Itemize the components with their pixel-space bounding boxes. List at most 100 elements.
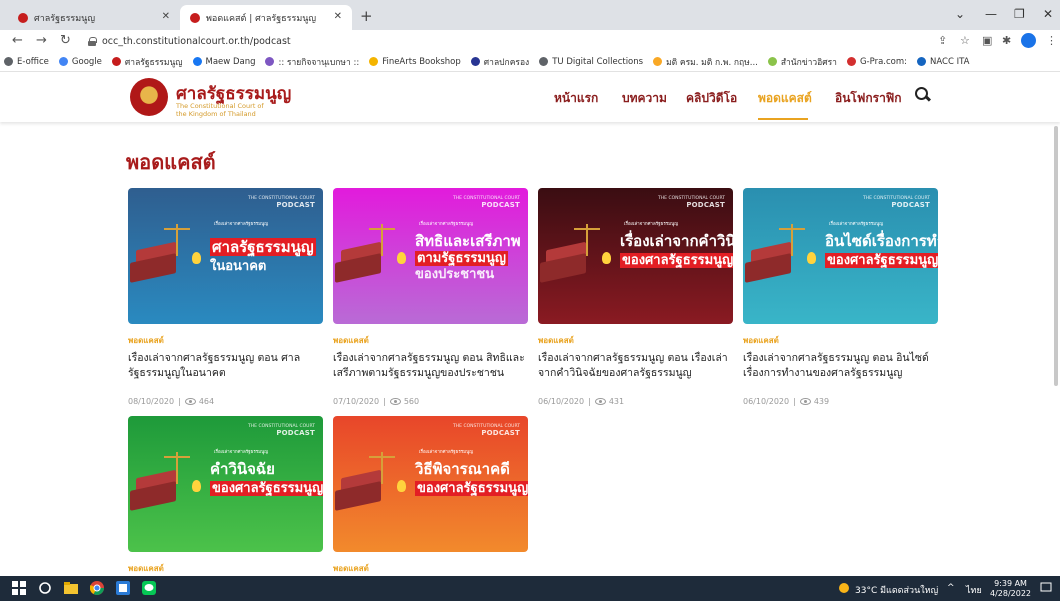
podcast-thumbnail[interactable]: THE CONSTITUTIONAL COURT PODCAST เรื่องเล่… xyxy=(333,188,528,324)
bookmark-favicon-icon xyxy=(846,57,856,66)
card-title[interactable]: เรื่องเล่าจากศาลรัฐธรรมนูญ ตอน สิทธิและเ… xyxy=(333,351,528,383)
card-meta: 06/10/2020 | 439 xyxy=(743,397,830,406)
podcast-card[interactable]: THE CONSTITUTIONAL COURT PODCAST เรื่องเล่… xyxy=(128,188,323,406)
tab-title: ศาลรัฐธรรมนูญ xyxy=(34,13,95,24)
nav-home[interactable]: หน้าแรก xyxy=(554,89,598,108)
card-views: 464 xyxy=(198,397,215,406)
site-logo-subtitle: The Constitutional Court of the Kingdom … xyxy=(176,102,264,118)
app-icon[interactable] xyxy=(116,581,130,595)
window-close-icon[interactable]: ✕ xyxy=(1043,7,1053,21)
line-app-icon[interactable] xyxy=(142,581,156,595)
chrome-icon[interactable] xyxy=(89,581,104,595)
card-category[interactable]: พอดแคสต์ xyxy=(743,334,938,347)
card-title[interactable]: เรื่องเล่าจากศาลรัฐธรรมนูญ ตอน อินไซด์เร… xyxy=(743,351,938,383)
podcast-thumbnail[interactable]: THE CONSTITUTIONAL COURT PODCAST เรื่องเล่… xyxy=(333,416,528,552)
bookmark-item[interactable]: ศาลรัฐธรรมนูญ xyxy=(111,55,183,69)
share-icon[interactable]: ⇪ xyxy=(938,34,947,47)
podcast-card[interactable]: THE CONSTITUTIONAL COURT PODCAST เรื่องเล่… xyxy=(128,416,323,575)
books-illustration-icon xyxy=(335,224,406,283)
bookmark-label: Maew Dang xyxy=(205,56,256,67)
bookmark-item[interactable]: สำนักข่าวอิศรา xyxy=(767,55,837,69)
menu-icon[interactable]: ⋮ xyxy=(1046,34,1057,47)
bookmark-item[interactable]: TU Digital Collections xyxy=(539,57,643,67)
notification-icon[interactable] xyxy=(1040,582,1052,594)
bookmark-item[interactable]: มติ ครม. มติ ก.พ. กฤษ... xyxy=(653,55,758,69)
card-title[interactable]: เรื่องเล่าจากศาลรัฐธรรมนูญ ตอน เรื่องเล่… xyxy=(538,351,733,383)
thumbnail-series: เรื่องเล่าจากศาลรัฐธรรมนูญ xyxy=(214,450,269,455)
browser-tab-0[interactable]: ศาลรัฐธรรมนูญ ✕ xyxy=(8,5,180,30)
thumbnail-brand-podcast: PODCAST xyxy=(481,201,520,209)
thumbnail-series: เรื่องเล่าจากศาลรัฐธรรมนูญ xyxy=(214,222,269,227)
language-indicator[interactable]: ไทย xyxy=(966,583,982,597)
bookmark-favicon-icon xyxy=(767,57,777,66)
podcast-thumbnail[interactable]: THE CONSTITUTIONAL COURT PODCAST เรื่องเล่… xyxy=(538,188,733,324)
card-category[interactable]: พอดแคสต์ xyxy=(538,334,733,347)
close-icon[interactable]: ✕ xyxy=(162,11,170,22)
forward-arrow-icon[interactable]: → xyxy=(36,33,47,48)
thumbnail-brand-podcast: PODCAST xyxy=(686,201,725,209)
bookmark-item[interactable]: NACC ITA xyxy=(917,57,969,67)
bookmarks-bar: E-office Google ศาลรัฐธรรมนูญ Maew Dang:: ร… xyxy=(0,52,1060,72)
podcast-card[interactable]: THE CONSTITUTIONAL COURT PODCAST เรื่องเล่… xyxy=(333,416,528,575)
card-category[interactable]: พอดแคสต์ xyxy=(333,334,528,347)
bookmark-favicon-icon xyxy=(917,57,927,66)
weather-sun-icon[interactable] xyxy=(838,582,850,594)
maximize-icon[interactable]: ❐ xyxy=(1014,7,1025,21)
new-tab-icon[interactable]: + xyxy=(360,7,373,25)
windows-start-icon[interactable] xyxy=(12,581,26,595)
browser-tab-1[interactable]: พอดแคสต์ | ศาลรัฐธรรมนูญ ✕ xyxy=(180,5,352,30)
thumbnail-headline: วิธีพิจารณาคดี xyxy=(415,460,510,478)
bookmark-item[interactable]: Maew Dang xyxy=(192,56,256,67)
bookmark-item[interactable]: FineArts Bookshop xyxy=(369,57,461,67)
bookmark-item[interactable]: G-Pra.com: xyxy=(846,57,907,67)
bookmark-label: TU Digital Collections xyxy=(552,56,644,67)
podcast-card[interactable]: THE CONSTITUTIONAL COURT PODCAST เรื่องเล่… xyxy=(743,188,938,406)
weather-text[interactable]: 33°C มีแดดส่วนใหญ่ xyxy=(855,583,938,597)
reload-icon[interactable]: ↻ xyxy=(60,33,71,48)
file-explorer-icon[interactable] xyxy=(64,581,78,595)
podcast-thumbnail[interactable]: THE CONSTITUTIONAL COURT PODCAST เรื่องเล่… xyxy=(128,416,323,552)
minimize-icon[interactable]: — xyxy=(985,7,997,21)
profile-avatar[interactable] xyxy=(1021,33,1036,48)
thumbnail-brand-podcast: PODCAST xyxy=(891,201,930,209)
puzzle-icon[interactable]: ✱ xyxy=(1002,34,1011,47)
card-title[interactable]: เรื่องเล่าจากศาลรัฐธรรมนูญ ตอน ศาลรัฐธรร… xyxy=(128,351,323,383)
tray-chevron-up-icon[interactable]: ^ xyxy=(947,583,955,593)
court-emblem-icon[interactable] xyxy=(130,78,168,116)
podcast-card[interactable]: THE CONSTITUTIONAL COURT PODCAST เรื่องเล่… xyxy=(538,188,733,406)
thumbnail-highlight: ของศาลรัฐธรรมนูญ xyxy=(415,481,528,496)
close-icon[interactable]: ✕ xyxy=(334,11,342,22)
card-category[interactable]: พอดแคสต์ xyxy=(128,562,323,575)
nav-video-clips[interactable]: คลิปวิดีโอ xyxy=(686,89,737,108)
nav-podcast[interactable]: พอดแคสต์ xyxy=(758,89,812,108)
thumbnail-headline-2: ในอนาคต xyxy=(210,259,267,274)
podcast-thumbnail[interactable]: THE CONSTITUTIONAL COURT PODCAST เรื่องเล่… xyxy=(743,188,938,324)
scrollbar[interactable] xyxy=(1054,126,1058,386)
search-circle-icon[interactable] xyxy=(38,581,52,595)
browser-toolbar: ← → ↻ occ_th.constitutionalcourt.or.th/p… xyxy=(0,30,1060,52)
system-clock[interactable]: 9:39 AM 4/28/2022 xyxy=(990,579,1031,599)
thumbnail-brand: THE CONSTITUTIONAL COURT PODCAST xyxy=(248,196,315,209)
bookmark-favicon-icon xyxy=(470,57,480,66)
address-bar[interactable]: occ_th.constitutionalcourt.or.th/podcast xyxy=(88,32,928,50)
bookmark-item[interactable]: :: รายกิจจานุเบกษา :: xyxy=(265,55,359,69)
nav-articles[interactable]: บทความ xyxy=(622,89,667,108)
podcast-thumbnail[interactable]: THE CONSTITUTIONAL COURT PODCAST เรื่องเล่… xyxy=(128,188,323,324)
bookmark-label: มติ ครม. มติ ก.พ. กฤษ... xyxy=(666,57,758,68)
bookmark-item[interactable]: E-office xyxy=(4,57,49,67)
search-icon[interactable] xyxy=(914,85,932,105)
bookmark-item[interactable]: Google xyxy=(58,57,102,67)
card-category[interactable]: พอดแคสต์ xyxy=(333,562,528,575)
thumbnail-highlight: ของศาลรัฐธรรมนูญ xyxy=(620,253,733,268)
podcast-card[interactable]: THE CONSTITUTIONAL COURT PODCAST เรื่องเล่… xyxy=(333,188,528,406)
star-icon[interactable]: ☆ xyxy=(960,34,970,47)
nav-infographic[interactable]: อินโฟกราฟิก xyxy=(835,89,902,108)
bookmark-item[interactable]: ศาลปกครอง xyxy=(470,55,529,69)
thumbnail-brand: THE CONSTITUTIONAL COURT PODCAST xyxy=(658,196,725,209)
chevron-down-icon[interactable]: ⌄ xyxy=(955,7,965,21)
extension-icon[interactable]: ▣ xyxy=(982,34,992,47)
bookmark-favicon-icon xyxy=(58,57,68,66)
back-arrow-icon[interactable]: ← xyxy=(12,33,23,48)
card-category[interactable]: พอดแคสต์ xyxy=(128,334,323,347)
bookmark-favicon-icon xyxy=(369,57,379,66)
